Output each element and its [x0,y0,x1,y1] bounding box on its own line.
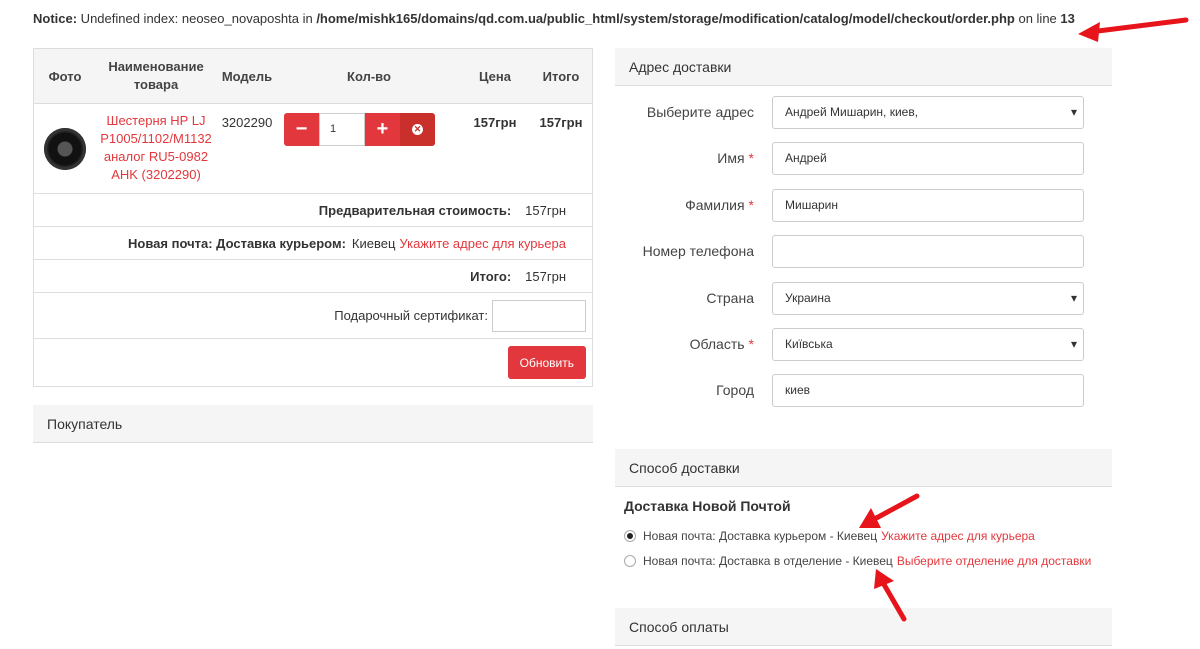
arrow-annotation-branch [874,569,907,622]
phone-field[interactable] [772,234,1084,268]
phone-label: Номер телефона [642,243,754,259]
branch-option-text: Новая почта: Доставка в отделение - Киев… [643,554,893,568]
total-label: Итого: [470,268,512,284]
total-value: 157грн [525,268,566,284]
form-row-lastname: Фамилия * Мишарин [615,188,1115,222]
region-select[interactable]: Київська [772,327,1084,361]
arrow-annotation-top [1078,17,1189,42]
gear-image [44,128,86,170]
firstname-label: Имя * [717,150,754,166]
header-total: Итого [542,68,580,84]
required-mark: * [748,150,754,166]
shipping-label: Новая почта: Доставка курьером: [128,235,346,251]
notice-path: /home/mishk165/domains/qd.com.ua/public_… [316,11,1015,26]
shipping-address-link[interactable]: Укажите адрес для курьера [399,236,566,251]
form-row-city: Город киев [615,373,1115,407]
delivery-option-branch[interactable]: Новая почта: Доставка в отделение - Киев… [624,554,1091,568]
region-label: Область * [689,336,754,352]
branch-select-link[interactable]: Выберите отделение для доставки [897,554,1091,568]
form-row-country: Страна Украина [615,281,1115,315]
lastname-label: Фамилия * [685,197,754,213]
country-select[interactable]: Украина [772,281,1084,315]
update-button[interactable]: Обновить [507,346,586,379]
subtotal-label: Предварительная стоимость: [318,202,512,218]
notice-label: Notice: [33,11,78,26]
notice-on: on line [1014,11,1061,26]
subtotal-row: Предварительная стоимость: 157грн [34,193,592,226]
header-model: Модель [221,68,273,84]
remove-item-button[interactable]: ✕ [400,113,435,146]
form-row-firstname: Имя * Андрей [615,141,1115,175]
arrow-annotation-courier [859,493,920,528]
address-select-label: Выберите адрес [646,104,754,120]
header-qty: Кол-во [347,68,391,84]
product-photo[interactable] [34,112,96,170]
lastname-field[interactable]: Мишарин [772,188,1084,222]
cart-table: Фото Наименование товара Модель Кол-во Ц… [33,48,593,387]
city-field[interactable]: киев [772,373,1084,407]
required-mark: * [748,336,754,352]
cart-header-row: Фото Наименование товара Модель Кол-во Ц… [34,49,592,103]
certificate-input[interactable] [492,299,586,332]
delivery-group-title: Доставка Новой Почтой [624,498,791,514]
address-select[interactable]: Андрей Мишарин, киев, [772,95,1084,129]
product-price: 157грн [473,115,517,130]
quantity-stepper: − 1 + ✕ [284,113,460,146]
certificate-row: Подарочный сертификат: [34,292,592,338]
address-panel-heading: Адрес доставки [615,48,1112,86]
notice-text: Undefined index: neoseo_novaposhta in [77,11,317,26]
required-mark: * [748,197,754,213]
subtotal-value: 157грн [525,202,566,218]
radio-courier[interactable] [624,530,636,542]
courier-option-text: Новая почта: Доставка курьером - Киевец [643,529,878,543]
shipping-row: Новая почта: Доставка курьером: Киевец У… [34,226,592,259]
update-row: Обновить [34,338,592,386]
city-label: Город [716,382,754,398]
product-model: 3202290 [221,115,273,130]
header-name: Наименование товара [108,59,204,92]
product-total: 157грн [539,115,583,130]
php-notice: Notice: Undefined index: neoseo_novaposh… [33,10,1113,28]
form-row-region: Область * Київська [615,327,1115,361]
payment-panel-heading: Способ оплаты [615,608,1112,646]
close-icon: ✕ [412,124,423,135]
buyer-panel-heading[interactable]: Покупатель [33,405,593,443]
shipping-city: Киевец [351,235,396,251]
cart-item-row: Шестерня HP LJ P1005/1102/M1132 аналог R… [34,103,592,193]
form-row-address: Выберите адрес Андрей Мишарин, киев, [615,95,1115,129]
radio-branch[interactable] [624,555,636,567]
header-price: Цена [479,68,511,84]
product-name-link[interactable]: Шестерня HP LJ P1005/1102/M1132 аналог R… [96,112,216,184]
certificate-label: Подарочный сертификат: [334,308,488,323]
header-photo: Фото [48,68,82,84]
country-label: Страна [706,290,754,306]
form-row-phone: Номер телефона [615,234,1115,268]
firstname-field[interactable]: Андрей [772,141,1084,175]
qty-plus-button[interactable]: + [365,113,400,146]
delivery-option-courier[interactable]: Новая почта: Доставка курьером - Киевец … [624,529,1035,543]
qty-minus-button[interactable]: − [284,113,319,146]
qty-cell: − 1 + ✕ [278,112,460,146]
qty-input[interactable]: 1 [319,113,365,146]
delivery-panel-heading: Способ доставки [615,449,1112,487]
total-row: Итого: 157грн [34,259,592,292]
